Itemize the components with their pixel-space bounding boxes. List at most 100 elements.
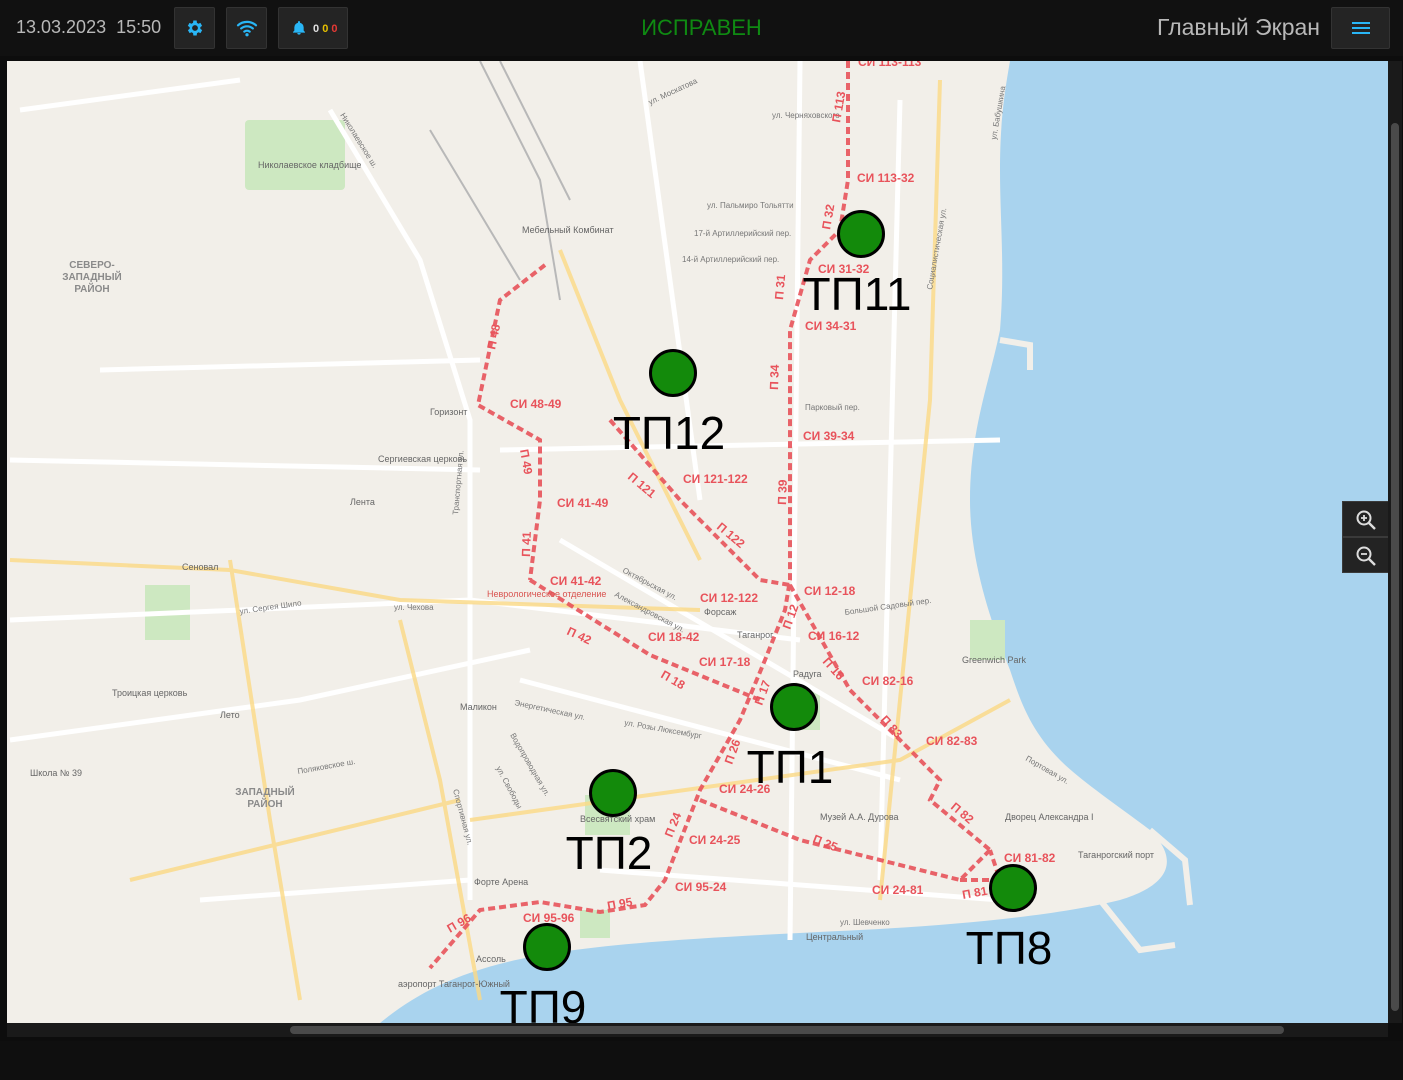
place-label: Горизонт [430, 407, 467, 417]
street-label: ул. Сергея Шило [239, 598, 303, 616]
place-label: Музей А.А. Дурова [820, 812, 899, 822]
section-label: СИ 41-49 [557, 496, 609, 510]
pipe-label: П 42 [565, 624, 594, 648]
place-label: Неврологическое отделение [487, 589, 606, 599]
section-label: СИ 48-49 [510, 397, 562, 411]
station-label: ТП9 [499, 981, 587, 1023]
section-label: СИ 82-83 [926, 734, 978, 748]
street-label: ул. Пальмиро Тольятти [707, 201, 794, 210]
pipe-label: П 122 [714, 520, 748, 551]
menu-button[interactable] [1331, 7, 1390, 49]
bottom-bar [0, 1041, 1403, 1080]
pipe-label: П 48 [484, 323, 503, 351]
place-label: Таганрогский порт [1078, 850, 1154, 860]
zoom-out-icon [1356, 546, 1376, 566]
section-label: СИ 121-122 [683, 472, 748, 486]
alarm-count-critical: 0 [331, 23, 338, 35]
pipe-label: П 16 [820, 655, 848, 683]
section-label: СИ 16-12 [808, 629, 860, 643]
section-label: СИ 39-34 [803, 429, 855, 443]
alarm-counters: 0 0 0 [313, 23, 338, 35]
place-label: Радуга [793, 669, 822, 679]
gear-icon [187, 20, 202, 36]
pipe-label: П 95 [606, 895, 634, 913]
streets [9, 61, 1001, 941]
street-label: 17-й Артиллерийский пер. [694, 229, 791, 238]
place-label: Лента [350, 497, 375, 507]
station-status-indicator[interactable] [770, 683, 818, 731]
zoom-out-button[interactable] [1342, 537, 1389, 573]
place-label: Лето [220, 710, 240, 720]
pipe-label: П 121 [625, 470, 659, 501]
datetime: 13.03.2023 15:50 [16, 17, 162, 37]
pipe-label: П 32 [819, 203, 837, 231]
pipe-label: П 18 [659, 667, 688, 692]
top-bar: 13.03.2023 15:50 0 0 0 ИСПРАВЕН Главный … [0, 0, 1403, 56]
pipe-label: П 12 [780, 602, 802, 631]
wifi-icon [236, 20, 257, 37]
place-label: Сергиевская церковь [378, 454, 467, 464]
screen-title: Главный Экран [1157, 14, 1320, 40]
place-label: Троицкая церковь [112, 688, 188, 698]
district-label: СЕВЕРО-ЗАПАДНЫЙ РАЙОН [62, 260, 121, 295]
pipe-label: П 34 [767, 364, 782, 390]
pipe-label: П 26 [722, 737, 744, 766]
station-label: ТП1 [746, 741, 834, 793]
street-label: ул. Свободы [494, 765, 524, 811]
pipe-label: П 31 [772, 274, 788, 301]
district-label: ЗАПАДНЫЙ РАЙОН [235, 785, 294, 810]
pipe-label: П 82 [948, 800, 977, 827]
street-label: Парковый пер. [805, 403, 860, 412]
section-label: СИ 17-18 [699, 655, 751, 669]
street-label: ул. Шевченко [840, 918, 890, 927]
street-label: ул. Москатова [647, 76, 699, 107]
street-label: ул. Чехова [394, 603, 434, 612]
pipe-label: П 49 [517, 448, 535, 476]
place-label: Маликон [460, 702, 497, 712]
zoom-in-button[interactable] [1342, 501, 1389, 537]
hamburger-menu-icon [1351, 22, 1370, 34]
settings-button[interactable] [174, 7, 215, 49]
station-label: ТП2 [565, 827, 653, 879]
section-label: СИ 34-31 [805, 319, 857, 333]
street-label: Социалистическая ул. [925, 207, 948, 290]
section-label: СИ 24-81 [872, 883, 924, 897]
pipe-label: П 25 [811, 832, 840, 855]
section-label: СИ 18-42 [648, 630, 700, 644]
pipe-label: П 41 [519, 531, 534, 557]
section-label: СИ 81-82 [1004, 851, 1056, 865]
heating-network [428, 61, 1003, 970]
station-status-indicator[interactable] [649, 349, 697, 397]
street-label: Поляковское ш. [297, 757, 356, 776]
vertical-scrollbar[interactable] [1388, 61, 1402, 1023]
street-label: ул. Розы Люксембург [624, 718, 703, 740]
network-button[interactable] [226, 7, 267, 49]
bell-icon [293, 21, 305, 35]
horizontal-scrollbar[interactable] [7, 1023, 1388, 1037]
station-status-indicator[interactable] [837, 210, 885, 258]
station-status-indicator[interactable] [523, 923, 571, 971]
heating-network-map[interactable]: Николаевское кладбище Мебельный Комбинат… [7, 61, 1388, 1023]
street-label: Энергетическая ул. [514, 698, 586, 722]
place-label: Сеновал [182, 562, 218, 572]
map-canvas: Николаевское кладбище Мебельный Комбинат… [9, 61, 1388, 1023]
street-label: 14-й Артиллерийский пер. [682, 255, 779, 264]
railway [429, 61, 571, 301]
place-label: Ассоль [476, 954, 506, 964]
alarm-count-info: 0 [313, 23, 320, 35]
place-label: Таганрог [737, 630, 774, 640]
alarms-button[interactable]: 0 0 0 [278, 7, 348, 49]
pipe-label: П 39 [775, 479, 790, 505]
vertical-scroll-thumb[interactable] [1391, 123, 1399, 1011]
alarm-count-warning: 0 [322, 23, 329, 35]
horizontal-scroll-thumb[interactable] [290, 1026, 1284, 1034]
section-label: СИ 24-25 [689, 833, 741, 847]
system-status: ИСПРАВЕН [641, 15, 762, 40]
station-status-indicator[interactable] [989, 864, 1037, 912]
station-label: ТП12 [612, 407, 726, 459]
section-label: СИ 113-32 [857, 171, 915, 185]
place-label: Центральный [806, 932, 863, 942]
station-status-indicator[interactable] [589, 769, 637, 817]
place-label: Мебельный Комбинат [522, 225, 614, 235]
section-label: СИ 82-16 [862, 674, 914, 688]
